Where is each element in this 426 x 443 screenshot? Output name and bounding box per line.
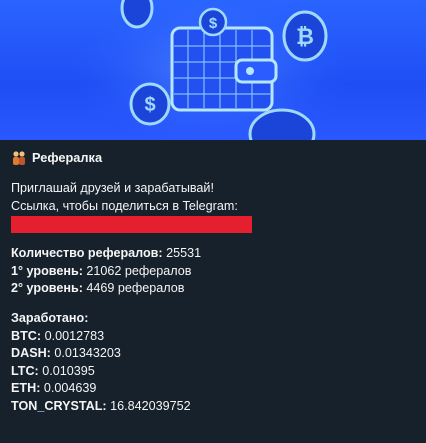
svg-text:₿: ₿: [296, 24, 314, 49]
currency-label: BTC:: [11, 328, 42, 343]
total-referrals-label: Количество рефералов:: [11, 246, 163, 261]
earnings-row: LTC: 0.010395: [11, 363, 414, 381]
level1-label: 1° уровень:: [11, 263, 83, 278]
currency-label: TON_CRYSTAL:: [11, 398, 107, 413]
referral-people-emoji-icon: [13, 151, 25, 165]
currency-label: DASH:: [11, 346, 51, 361]
bitcoin-coin-icon: ₿: [282, 10, 328, 62]
referral-banner-image: $ $ ₿: [0, 0, 426, 140]
earnings-block: Заработано: BTC: 0.0012783 DASH: 0.01343…: [11, 310, 414, 416]
total-referrals-row: Количество рефералов: 25531: [11, 245, 414, 263]
currency-value: 16.842039752: [106, 398, 191, 413]
level2-value: 4469 рефералов: [82, 281, 185, 296]
earnings-header: Заработано:: [11, 310, 89, 325]
link-label: Ссылка, чтобы поделиться в Telegram:: [11, 198, 238, 213]
redacted-referral-link[interactable]: [11, 216, 252, 234]
level1-value: 21062 рефералов: [82, 263, 192, 278]
referral-message: Рефералка Приглашай друзей и зарабатывай…: [0, 140, 426, 416]
currency-label: LTC:: [11, 363, 39, 378]
currency-value: 0.0012783: [41, 328, 105, 343]
invite-block: Приглашай друзей и зарабатывай! Ссылка, …: [11, 180, 414, 234]
currency-value: 0.004639: [40, 381, 97, 396]
dollar-coin-icon: [120, 0, 154, 29]
dollar-coin-icon: $: [129, 82, 171, 126]
earnings-row: DASH: 0.01343203: [11, 345, 414, 363]
referral-stats: Количество рефералов: 25531 1° уровень: …: [11, 245, 414, 298]
currency-value: 0.010395: [38, 363, 95, 378]
currency-label: ETH:: [11, 381, 41, 396]
wallet-illustration: $ $ ₿: [70, 0, 350, 140]
level2-label: 2° уровень:: [11, 281, 83, 296]
svg-text:$: $: [144, 94, 155, 116]
message-title: Рефералка: [32, 150, 103, 166]
message-title-row: Рефералка: [11, 148, 414, 168]
svg-text:$: $: [209, 15, 218, 32]
total-referrals-value: 25531: [162, 246, 202, 261]
level2-row: 2° уровень: 4469 рефералов: [11, 280, 414, 298]
invite-text: Приглашай друзей и зарабатывай!: [11, 181, 214, 195]
earnings-row: BTC: 0.0012783: [11, 328, 414, 346]
currency-value: 0.01343203: [50, 346, 121, 361]
earnings-row: ETH: 0.004639: [11, 380, 414, 398]
level1-row: 1° уровень: 21062 рефералов: [11, 263, 414, 281]
earnings-row: TON_CRYSTAL: 16.842039752: [11, 398, 414, 416]
